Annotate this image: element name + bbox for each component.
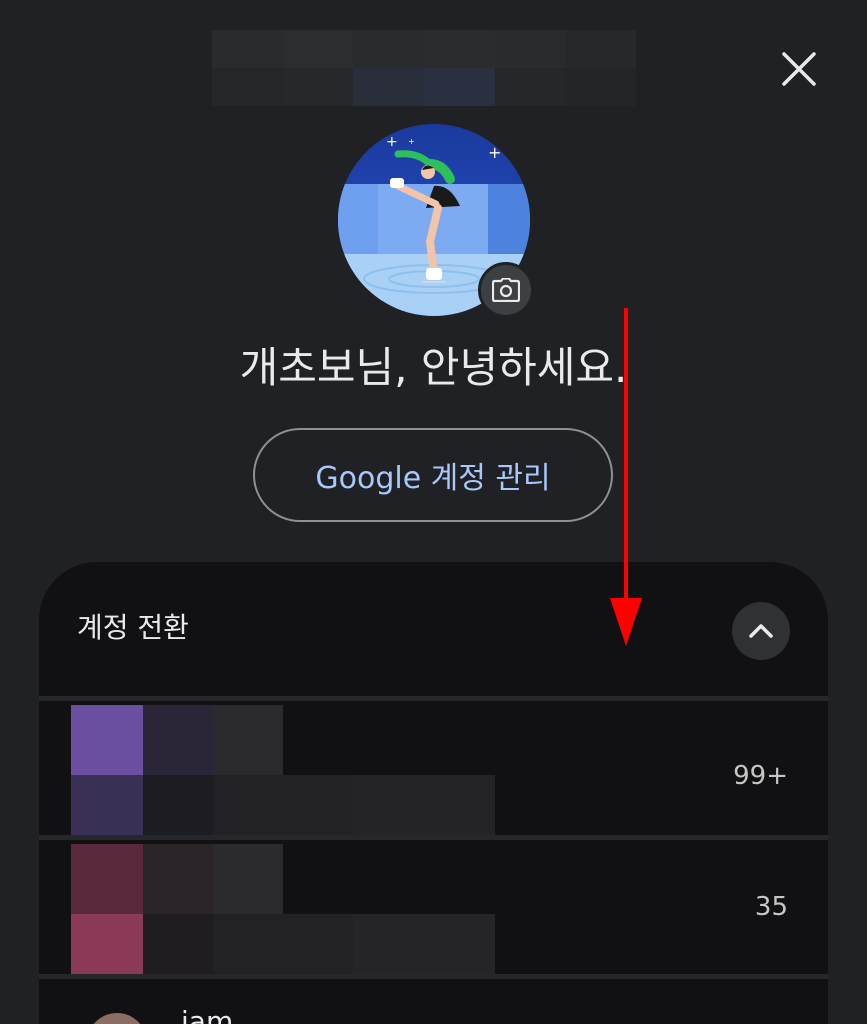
account-item[interactable]: 99+ — [39, 701, 828, 835]
greeting-text: 개초보님, 안녕하세요. — [239, 343, 628, 392]
manage-google-account-label: Google 계정 관리 — [315, 461, 551, 496]
switch-accounts-title: 계정 전환 — [77, 611, 189, 644]
avatar — [87, 1013, 147, 1024]
close-icon — [782, 52, 816, 86]
close-button[interactable] — [770, 40, 828, 98]
switch-accounts-header[interactable]: 계정 전환 — [39, 562, 828, 696]
notification-count: 99+ — [733, 761, 788, 791]
account-switcher-screen: + + + 개초보님, 안녕하세요. Google 계정 관리 계정 전환 99… — [0, 0, 867, 1024]
svg-text:+: + — [488, 143, 501, 162]
svg-text:+: + — [408, 137, 415, 146]
camera-icon — [492, 278, 520, 302]
manage-google-account-button[interactable]: Google 계정 관리 — [253, 428, 613, 522]
account-item[interactable]: iam — [39, 979, 828, 1024]
svg-text:+: + — [386, 134, 398, 150]
profile-avatar-container: + + + — [338, 124, 534, 318]
switch-accounts-panel: 계정 전환 99+ 35 iam — [39, 562, 828, 1024]
blurred-account-info — [71, 705, 495, 835]
account-item[interactable]: 35 — [39, 840, 828, 974]
blurred-account-info — [71, 844, 495, 974]
change-photo-button[interactable] — [478, 262, 534, 318]
notification-count: 35 — [754, 892, 788, 922]
collapse-accounts-button[interactable] — [732, 602, 790, 660]
blurred-email — [212, 30, 636, 106]
chevron-up-icon — [749, 624, 773, 638]
account-name: iam — [181, 1005, 234, 1024]
